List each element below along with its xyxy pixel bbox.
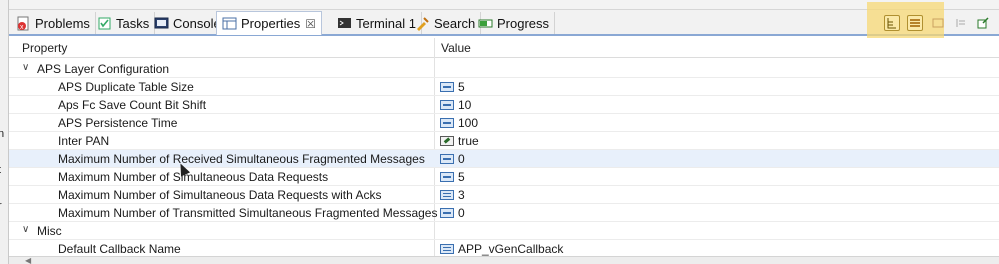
search-icon [415, 16, 430, 31]
table-row[interactable]: Maximum Number of Transmitted Simultaneo… [9, 204, 999, 222]
property-name: Maximum Number of Transmitted Simultaneo… [58, 206, 438, 220]
value-text: 100 [458, 116, 479, 130]
close-icon[interactable]: ☒ [305, 17, 316, 31]
property-name: Maximum Number of Received Simultaneous … [58, 152, 425, 166]
show-advanced-icon[interactable] [907, 15, 923, 31]
value-text: APP_vGenCallback [458, 242, 564, 256]
value-text: 0 [458, 152, 465, 166]
property-value[interactable]: 5 [440, 170, 465, 184]
tab-search[interactable]: Search [410, 12, 482, 34]
value-text: 0 [458, 206, 465, 220]
left-gutter: n t r [0, 0, 9, 264]
table-header: Property Value [9, 38, 999, 58]
property-name: APS Persistence Time [58, 116, 178, 130]
property-name: Maximum Number of Simultaneous Data Requ… [58, 188, 382, 202]
property-value[interactable]: 10 [440, 98, 471, 112]
tab-label: Progress [497, 15, 550, 31]
tab-tasks[interactable]: Tasks [92, 12, 156, 34]
properties-icon [222, 16, 237, 31]
tab-label: Problems [35, 15, 90, 31]
list-icon [440, 244, 454, 254]
value-text: true [458, 134, 479, 148]
table-row[interactable]: Maximum Number of Simultaneous Data Requ… [9, 186, 999, 204]
property-value[interactable]: 0 [440, 206, 465, 220]
property-name: Inter PAN [58, 134, 110, 148]
property-name: Default Callback Name [58, 242, 181, 256]
tab-properties[interactable]: Properties ☒ [216, 11, 323, 35]
table-row-selected[interactable]: Maximum Number of Received Simultaneous … [9, 150, 999, 168]
group-label: APS Layer Configuration [37, 62, 170, 76]
gutter-char: n [0, 128, 4, 140]
group-row[interactable]: ∨ Misc [9, 222, 999, 240]
tab-label: Tasks [116, 15, 150, 31]
field-icon [440, 208, 454, 218]
property-value[interactable]: 0 [440, 152, 465, 166]
progress-icon [478, 16, 493, 31]
problems-icon: x [16, 16, 31, 31]
property-value[interactable]: true [440, 134, 479, 148]
field-icon [440, 172, 454, 182]
value-text: 5 [458, 170, 465, 184]
tab-progress[interactable]: Progress [473, 12, 556, 34]
scroll-left-icon[interactable]: ◀ [25, 256, 31, 264]
horizontal-scrollbar[interactable]: ◀ [9, 256, 999, 264]
chevron-down-icon[interactable]: ∨ [22, 62, 29, 73]
group-row[interactable]: ∨ APS Layer Configuration [9, 60, 999, 78]
gutter-char: t [0, 164, 1, 176]
window-top-edge [9, 0, 999, 10]
view-tab-bar: x Problems Tasks Console Properties ☒ Te… [9, 10, 999, 36]
terminal-icon [337, 16, 352, 31]
column-header-property[interactable]: Property [22, 41, 67, 55]
table-row[interactable]: Maximum Number of Simultaneous Data Requ… [9, 168, 999, 186]
tab-label: Search [434, 15, 476, 31]
value-text: 5 [458, 80, 465, 94]
checkbox-icon [440, 136, 454, 146]
pin-icon[interactable] [975, 15, 991, 31]
tab-terminal[interactable]: Terminal 1 [332, 12, 422, 34]
console-icon [154, 16, 169, 31]
tab-problems[interactable]: x Problems [11, 12, 96, 34]
table-row[interactable]: APS Persistence Time 100 [9, 114, 999, 132]
property-table: Property Value ∨ APS Layer Configuration… [9, 38, 999, 264]
column-header-value[interactable]: Value [441, 41, 471, 55]
field-icon [440, 154, 454, 164]
value-text: 3 [458, 188, 465, 202]
tab-label: Console [173, 15, 221, 31]
property-name: APS Duplicate Table Size [58, 80, 194, 94]
restore-default-icon[interactable] [953, 15, 969, 31]
tasks-icon [97, 16, 112, 31]
property-value[interactable]: 3 [440, 188, 465, 202]
value-text: 10 [458, 98, 472, 112]
show-categories-icon[interactable] [884, 15, 900, 31]
tab-label: Properties [241, 16, 301, 31]
chevron-down-icon[interactable]: ∨ [22, 224, 29, 235]
list-icon [440, 190, 454, 200]
field-icon [440, 100, 454, 110]
field-icon [440, 118, 454, 128]
table-row[interactable]: Inter PAN true [9, 132, 999, 150]
property-value[interactable]: APP_vGenCallback [440, 242, 563, 256]
field-icon [440, 82, 454, 92]
property-value[interactable]: 5 [440, 80, 465, 94]
property-name: Aps Fc Save Count Bit Shift [58, 98, 207, 112]
table-row[interactable]: APS Duplicate Table Size 5 [9, 78, 999, 96]
group-label: Misc [37, 224, 62, 238]
tab-label: Terminal 1 [356, 15, 416, 31]
property-name: Maximum Number of Simultaneous Data Requ… [58, 170, 329, 184]
svg-text:x: x [20, 24, 24, 31]
gutter-char: r [0, 200, 2, 212]
property-value[interactable]: 100 [440, 116, 478, 130]
table-row[interactable]: Aps Fc Save Count Bit Shift 10 [9, 96, 999, 114]
filter-icon[interactable] [930, 15, 946, 31]
